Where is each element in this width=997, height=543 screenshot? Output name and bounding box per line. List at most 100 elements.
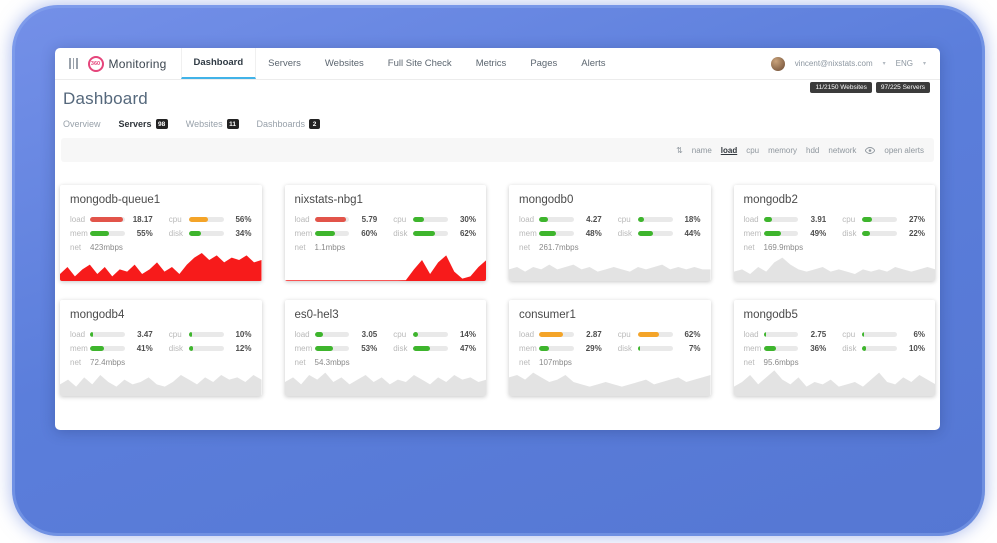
eye-icon bbox=[865, 147, 875, 154]
network-sparkline bbox=[285, 368, 487, 396]
language-menu[interactable]: ENG bbox=[896, 59, 913, 68]
metric-label-mem: mem bbox=[519, 229, 539, 238]
top-nav: 360 Monitoring Dashboard Servers Website… bbox=[55, 48, 940, 80]
cpu-bar bbox=[638, 332, 673, 337]
server-card-mongodb0[interactable]: mongodb0 load4.27 cpu18% mem48% disk44% … bbox=[509, 185, 711, 281]
nav-item-metrics[interactable]: Metrics bbox=[464, 48, 519, 79]
sort-icon: ⇅ bbox=[676, 146, 683, 155]
cpu-bar bbox=[638, 217, 673, 222]
app-window: 360 Monitoring Dashboard Servers Website… bbox=[55, 48, 940, 430]
brand-name: Monitoring bbox=[109, 57, 167, 71]
metric-label-cpu: cpu bbox=[393, 215, 413, 224]
servers-tab-count: 98 bbox=[156, 119, 168, 129]
load-value: 2.87 bbox=[580, 330, 602, 339]
metric-label-cpu: cpu bbox=[169, 330, 189, 339]
brand-logo[interactable]: 360 Monitoring bbox=[84, 48, 181, 79]
sort-by-load[interactable]: load bbox=[721, 146, 737, 155]
metric-label-disk: disk bbox=[618, 344, 638, 353]
nav-item-full-site-check[interactable]: Full Site Check bbox=[376, 48, 464, 79]
net-value: 95.6mbps bbox=[764, 358, 799, 367]
disk-bar bbox=[413, 346, 448, 351]
mem-value: 36% bbox=[804, 344, 826, 353]
mem-bar bbox=[539, 231, 574, 236]
server-card-grid: mongodb-queue1 load18.17 cpu56% mem55% d… bbox=[60, 185, 935, 396]
mem-bar bbox=[315, 346, 350, 351]
mem-bar bbox=[764, 231, 799, 236]
toggle-open-alerts[interactable]: open alerts bbox=[884, 146, 924, 155]
servers-count-badge[interactable]: 97/225 Servers bbox=[876, 82, 930, 93]
nav-item-websites[interactable]: Websites bbox=[313, 48, 376, 79]
disk-bar bbox=[413, 231, 448, 236]
server-name[interactable]: mongodb-queue1 bbox=[60, 185, 262, 206]
server-card-mongodb5[interactable]: mongodb5 load2.75 cpu6% mem36% disk10% n… bbox=[734, 300, 936, 396]
sort-by-hdd[interactable]: hdd bbox=[806, 146, 819, 155]
server-card-mongodb2[interactable]: mongodb2 load3.91 cpu27% mem49% disk22% … bbox=[734, 185, 936, 281]
mem-value: 53% bbox=[355, 344, 377, 353]
disk-value: 34% bbox=[230, 229, 252, 238]
sort-by-network[interactable]: network bbox=[828, 146, 856, 155]
cpu-value: 27% bbox=[903, 215, 925, 224]
server-card-consumer1[interactable]: consumer1 load2.87 cpu62% mem29% disk7% … bbox=[509, 300, 711, 396]
metric-label-net: net bbox=[295, 358, 315, 367]
metric-label-net: net bbox=[519, 358, 539, 367]
server-name[interactable]: nixstats-nbg1 bbox=[285, 185, 487, 206]
tab-dashboards[interactable]: Dashboards 2 bbox=[257, 119, 321, 129]
disk-value: 10% bbox=[903, 344, 925, 353]
mem-bar bbox=[764, 346, 799, 351]
chevron-down-icon: ▾ bbox=[923, 60, 926, 67]
websites-count-badge[interactable]: 11/2150 Websites bbox=[810, 82, 871, 93]
server-card-nixstats-nbg1[interactable]: nixstats-nbg1 load5.79 cpu30% mem60% dis… bbox=[285, 185, 487, 281]
sort-by-cpu[interactable]: cpu bbox=[746, 146, 759, 155]
nav-item-pages[interactable]: Pages bbox=[518, 48, 569, 79]
server-card-mongodb4[interactable]: mongodb4 load3.47 cpu10% mem41% disk12% … bbox=[60, 300, 262, 396]
cpu-value: 18% bbox=[679, 215, 701, 224]
metric-label-cpu: cpu bbox=[842, 215, 862, 224]
network-sparkline bbox=[60, 368, 262, 396]
cpu-value: 62% bbox=[679, 330, 701, 339]
user-email-menu[interactable]: vincent@nixstats.com bbox=[795, 59, 873, 68]
metric-label-cpu: cpu bbox=[842, 330, 862, 339]
user-avatar[interactable] bbox=[771, 57, 785, 71]
apps-grid-icon[interactable] bbox=[63, 48, 84, 79]
mem-value: 49% bbox=[804, 229, 826, 238]
metric-label-disk: disk bbox=[618, 229, 638, 238]
metric-label-load: load bbox=[295, 330, 315, 339]
load-value: 3.05 bbox=[355, 330, 377, 339]
sort-by-memory[interactable]: memory bbox=[768, 146, 797, 155]
metric-label-load: load bbox=[744, 215, 764, 224]
metric-label-disk: disk bbox=[393, 344, 413, 353]
metric-label-net: net bbox=[70, 358, 90, 367]
mem-value: 29% bbox=[580, 344, 602, 353]
server-name[interactable]: mongodb2 bbox=[734, 185, 936, 206]
mem-bar bbox=[539, 346, 574, 351]
network-sparkline bbox=[509, 368, 711, 396]
server-name[interactable]: mongodb4 bbox=[60, 300, 262, 321]
server-name[interactable]: es0-hel3 bbox=[285, 300, 487, 321]
tab-overview[interactable]: Overview bbox=[63, 119, 101, 129]
load-value: 3.47 bbox=[131, 330, 153, 339]
metric-label-mem: mem bbox=[295, 229, 315, 238]
metric-label-load: load bbox=[295, 215, 315, 224]
metric-label-cpu: cpu bbox=[393, 330, 413, 339]
server-card-mongodb-queue1[interactable]: mongodb-queue1 load18.17 cpu56% mem55% d… bbox=[60, 185, 262, 281]
nav-item-dashboard[interactable]: Dashboard bbox=[181, 48, 257, 79]
metric-label-cpu: cpu bbox=[618, 330, 638, 339]
server-name[interactable]: consumer1 bbox=[509, 300, 711, 321]
metric-label-net: net bbox=[295, 243, 315, 252]
mem-value: 48% bbox=[580, 229, 602, 238]
nav-item-servers[interactable]: Servers bbox=[256, 48, 313, 79]
server-name[interactable]: mongodb0 bbox=[509, 185, 711, 206]
metric-label-load: load bbox=[744, 330, 764, 339]
mem-value: 55% bbox=[131, 229, 153, 238]
server-card-es0-hel3[interactable]: es0-hel3 load3.05 cpu14% mem53% disk47% … bbox=[285, 300, 487, 396]
metric-label-mem: mem bbox=[519, 344, 539, 353]
cpu-value: 6% bbox=[903, 330, 925, 339]
nav-item-alerts[interactable]: Alerts bbox=[569, 48, 617, 79]
metric-label-cpu: cpu bbox=[618, 215, 638, 224]
tab-servers[interactable]: Servers 98 bbox=[119, 119, 168, 129]
sort-by-name[interactable]: name bbox=[692, 146, 712, 155]
server-name[interactable]: mongodb5 bbox=[734, 300, 936, 321]
metric-label-cpu: cpu bbox=[169, 215, 189, 224]
tab-websites[interactable]: Websites 11 bbox=[186, 119, 239, 129]
disk-bar bbox=[638, 231, 673, 236]
